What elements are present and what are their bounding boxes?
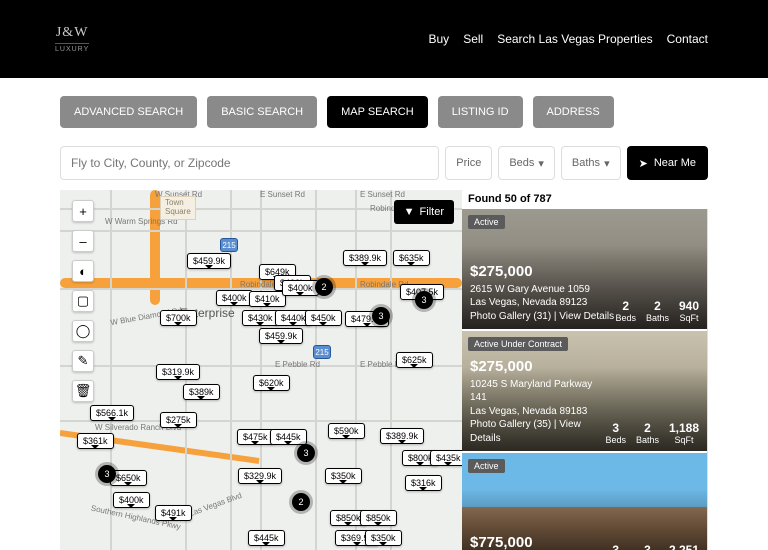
price-marker[interactable]: $435k [430, 450, 462, 466]
listing-city: Las Vegas, Nevada 89183 [470, 405, 605, 419]
listing-price: $775,000 [470, 533, 584, 550]
tab-map-search[interactable]: MAP SEARCH [327, 96, 428, 128]
listing-stats: 3Beds2Baths1,188SqFt [605, 421, 699, 445]
price-marker[interactable]: $445k [270, 429, 307, 445]
price-filter[interactable]: Price [445, 146, 492, 180]
circle-icon[interactable]: ◯ [72, 320, 94, 342]
nav-link-search-las-vegas-properties[interactable]: Search Las Vegas Properties [497, 32, 652, 46]
price-marker[interactable]: $400k [282, 280, 319, 296]
price-marker[interactable]: $700k [160, 310, 197, 326]
listing-price: $275,000 [470, 262, 614, 282]
listing-address: 10245 S Maryland Parkway 141 [470, 378, 605, 405]
results-count: Found 50 of 787 [462, 190, 708, 209]
search-tabs: ADVANCED SEARCH BASIC SEARCH MAP SEARCH LIS… [60, 96, 708, 128]
rectangle-icon[interactable]: ▢ [72, 290, 94, 312]
tab-listing-id[interactable]: LISTING ID [438, 96, 523, 128]
price-marker[interactable]: $389.9k [343, 250, 387, 266]
tab-address[interactable]: ADDRESS [533, 96, 614, 128]
near-me-button[interactable]: ➤Near Me [627, 146, 708, 180]
price-marker[interactable]: $491k [155, 505, 192, 521]
dark-mode-icon[interactable]: ◐ [72, 260, 94, 282]
price-marker[interactable]: $319.9k [156, 364, 200, 380]
funnel-icon: ▼ [404, 206, 415, 218]
cluster-marker[interactable]: 3 [98, 465, 116, 483]
price-marker[interactable]: $635k [393, 250, 430, 266]
street-label: E Sunset Rd [360, 190, 405, 199]
price-marker[interactable]: $400k [113, 492, 150, 508]
logo: J&W LUXURY [55, 25, 89, 53]
price-marker[interactable]: $316k [405, 475, 442, 491]
tab-basic-search[interactable]: BASIC SEARCH [207, 96, 317, 128]
town-square-label: Town Square [160, 196, 196, 220]
street-label: E Sunset Rd [260, 190, 305, 199]
listing-card[interactable]: Active Under Contract $275,00010245 S Mar… [462, 331, 707, 451]
price-marker[interactable]: $389k [183, 384, 220, 400]
price-marker[interactable]: $625k [396, 352, 433, 368]
price-marker[interactable]: $475k [237, 429, 274, 445]
map[interactable]: +–◐▢◯✎🗑 ▼ Filter $459.9k$649k$389.9k$635… [60, 190, 462, 550]
price-marker[interactable]: $850k [360, 510, 397, 526]
price-marker[interactable]: $389.9k [380, 428, 424, 444]
highway-shield: 215 [220, 238, 238, 252]
filter-button[interactable]: ▼ Filter [394, 200, 454, 224]
highway-shield: 215 [313, 345, 331, 359]
nav-link-sell[interactable]: Sell [463, 32, 483, 46]
cluster-marker[interactable]: 3 [372, 307, 390, 325]
price-marker[interactable]: $410k [249, 291, 286, 307]
trash-icon[interactable]: 🗑 [72, 380, 94, 402]
cluster-marker[interactable]: 3 [297, 444, 315, 462]
tab-advanced-search[interactable]: ADVANCED SEARCH [60, 96, 197, 128]
listing-price: $275,000 [470, 357, 605, 377]
beds-filter[interactable]: Beds▾ [498, 146, 555, 180]
listing-stats: 3Beds3Baths2,251SqFt [605, 543, 699, 550]
cluster-marker[interactable]: 2 [292, 493, 310, 511]
listing-card[interactable]: Active$775,0002590 Downeyville Avenue3Be… [462, 453, 707, 550]
price-marker[interactable]: $350k [365, 530, 402, 546]
zoom-out-icon[interactable]: – [72, 230, 94, 252]
price-marker[interactable]: $350k [325, 468, 362, 484]
status-badge: Active Under Contract [468, 337, 568, 351]
street-label: Las Vegas Blvd [188, 491, 243, 518]
street-label: E Pebble Rd [275, 360, 320, 369]
zoom-in-icon[interactable]: + [72, 200, 94, 222]
map-controls: + – ◐ ▢ ◯ ✎ 🗑 [72, 200, 94, 402]
price-marker[interactable]: $620k [253, 375, 290, 391]
listing-city: Las Vegas, Nevada 89123 [470, 296, 614, 310]
price-marker[interactable]: $459.9k [259, 328, 303, 344]
cluster-marker[interactable]: 2 [315, 278, 333, 296]
price-marker[interactable]: $445k [248, 530, 285, 546]
baths-filter[interactable]: Baths▾ [561, 146, 621, 180]
main-nav: Buy Sell Search Las Vegas Properties Contac… [429, 32, 709, 46]
location-arrow-icon: ➤ [639, 157, 648, 170]
price-marker[interactable]: $590k [328, 423, 365, 439]
price-marker[interactable]: $430k [242, 310, 279, 326]
gallery-link[interactable]: Photo Gallery (31) | View Details [470, 310, 614, 324]
results-list[interactable]: Active$275,0002615 W Gary Avenue 1059Las… [462, 209, 708, 550]
price-marker[interactable]: $566.1k [90, 405, 134, 421]
price-marker[interactable]: $400k [216, 290, 253, 306]
price-marker[interactable]: $459.9k [187, 253, 231, 269]
listing-stats: 2Beds2Baths940SqFt [615, 299, 699, 323]
status-badge: Active [468, 459, 505, 473]
nav-link-contact[interactable]: Contact [667, 32, 708, 46]
price-marker[interactable]: $450k [305, 310, 342, 326]
cluster-marker[interactable]: 3 [415, 291, 433, 309]
nav-link-buy[interactable]: Buy [429, 32, 450, 46]
gallery-link[interactable]: Photo Gallery (35) | View Details [470, 418, 605, 445]
listing-card[interactable]: Active $275,0002615 W Gary Avenue 1059Las… [462, 209, 707, 329]
status-badge: Active [468, 215, 505, 229]
fly-to-input[interactable] [60, 146, 439, 180]
price-marker[interactable]: $329.9k [238, 468, 282, 484]
listing-address: 2615 W Gary Avenue 1059 [470, 283, 614, 297]
pencil-icon[interactable]: ✎ [72, 350, 94, 372]
price-marker[interactable]: $361k [77, 433, 114, 449]
price-marker[interactable]: $275k [160, 412, 197, 428]
